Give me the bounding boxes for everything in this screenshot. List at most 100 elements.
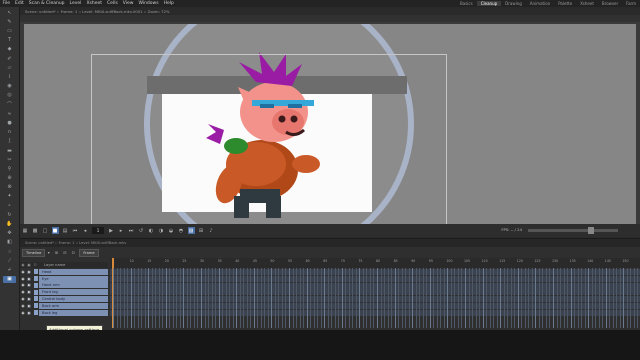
- alpha-channel-icon[interactable]: ◓: [178, 227, 185, 234]
- layer-name[interactable]: Back arm: [39, 302, 108, 309]
- eyedropper-tool-icon[interactable]: ⌿: [3, 266, 16, 273]
- tracker-tool-icon[interactable]: ⊕: [3, 175, 16, 182]
- ruler-tool-icon[interactable]: ⟋: [3, 257, 16, 264]
- menu-windows[interactable]: Windows: [136, 1, 161, 6]
- layout-icon[interactable]: ▦: [22, 227, 29, 234]
- menu-xsheet[interactable]: Xsheet: [84, 1, 105, 6]
- toggle-icon-3[interactable]: ⊟: [61, 250, 69, 255]
- room-tab-xsheet[interactable]: Xsheet: [576, 1, 598, 6]
- room-tab-browser[interactable]: Browser: [598, 1, 622, 6]
- canvas-area[interactable]: [24, 24, 636, 224]
- layer-row[interactable]: ◉ ▣ Back arm: [20, 302, 108, 309]
- room-tab-palette[interactable]: Palette: [554, 1, 576, 6]
- layer-row[interactable]: ◉ ▣ Front leg: [20, 289, 108, 296]
- timeline-grid[interactable]: 110 15 20 25 30 35 40 45 50 55 60 65 70 75 80 85 90 95 100…: [110, 258, 640, 331]
- frame-field[interactable]: 1: [92, 227, 104, 234]
- menu-file[interactable]: File: [0, 1, 13, 6]
- pump-tool-icon[interactable]: ●: [3, 119, 16, 126]
- white-bg-icon[interactable]: □: [42, 227, 49, 234]
- rgb-picker-icon[interactable]: ◎: [3, 92, 16, 99]
- grid-line: [500, 268, 502, 328]
- toggle-icon-2[interactable]: ⊞: [52, 250, 60, 255]
- room-tab-cleanup[interactable]: Cleanup: [476, 1, 502, 6]
- frame-ruler[interactable]: 110 15 20 25 30 35 40 45 50 55 60 65 70 75 80 85 90 95 100…: [110, 258, 640, 268]
- layer-row[interactable]: ◉ ▣ Back leg: [20, 309, 108, 316]
- checkerboard-icon[interactable]: ▩: [32, 227, 39, 234]
- menu-view[interactable]: View: [120, 1, 136, 6]
- layer-row[interactable]: ◉ ▣ Hand arm: [20, 282, 108, 289]
- frame-zoom-dropdown[interactable]: Frame: [79, 248, 99, 257]
- geometric-tool-icon[interactable]: ▭: [3, 28, 16, 35]
- hand-tool-icon[interactable]: ✋: [3, 221, 16, 228]
- prev-frame-icon[interactable]: ◂: [82, 227, 89, 234]
- grid-line: [387, 268, 389, 328]
- camstand-icon[interactable]: ▣: [26, 270, 32, 274]
- camera-tool-icon[interactable]: ◧: [3, 239, 16, 246]
- layer-row[interactable]: ◉ ▣ Central body: [20, 295, 108, 302]
- loop-icon[interactable]: ↺: [138, 227, 145, 234]
- red-channel-icon[interactable]: ◐: [148, 227, 155, 234]
- cutter-tool-icon[interactable]: ✂: [3, 156, 16, 163]
- room-tab-farm[interactable]: Farm: [622, 1, 640, 6]
- zoom-tool-icon[interactable]: ⚬: [3, 202, 16, 209]
- paint-brush-tool-icon[interactable]: ✐: [3, 55, 16, 62]
- fps-slider-knob[interactable]: [588, 227, 594, 234]
- menu-scan-cleanup[interactable]: Scan & Cleanup: [26, 1, 67, 6]
- camstand-icon[interactable]: ▣: [26, 304, 32, 308]
- layer-row[interactable]: ◉ ▣ Eye: [20, 275, 108, 282]
- layer-name[interactable]: Eye: [39, 275, 108, 282]
- type-tool-icon[interactable]: T: [3, 37, 16, 44]
- tape-tool-icon[interactable]: ⌇: [3, 74, 16, 81]
- style-picker-icon[interactable]: ◉: [3, 83, 16, 90]
- room-tab-drawing[interactable]: Drawing: [501, 1, 526, 6]
- layer-name[interactable]: Head: [39, 268, 108, 275]
- hook-tool-icon[interactable]: ⊗: [3, 184, 16, 191]
- camstand-icon[interactable]: ▣: [26, 290, 32, 294]
- menu-edit[interactable]: Edit: [13, 1, 27, 6]
- layer-name[interactable]: Back leg: [39, 309, 108, 316]
- bender-tool-icon[interactable]: ⟆: [3, 138, 16, 145]
- camstand-icon[interactable]: ▣: [26, 311, 32, 315]
- room-tab-basics[interactable]: Basics: [456, 1, 477, 6]
- iron-tool-icon[interactable]: ▬: [3, 147, 16, 154]
- fps-slider[interactable]: [528, 227, 618, 234]
- menu-level[interactable]: Level: [67, 1, 84, 6]
- black-bg-icon[interactable]: ■: [51, 227, 59, 234]
- camstand-icon[interactable]: ▣: [26, 297, 32, 301]
- pinch-tool-icon[interactable]: ≈: [3, 110, 16, 117]
- rotate-tool-icon[interactable]: ↻: [3, 211, 16, 218]
- next-frame-icon[interactable]: ▸: [118, 227, 125, 234]
- eraser-tool-icon[interactable]: ▱: [3, 64, 16, 71]
- toggle-icon-4[interactable]: ⊡: [69, 250, 77, 255]
- camstand-icon[interactable]: ▣: [26, 277, 32, 281]
- fill-tool-icon[interactable]: ◆: [3, 46, 16, 53]
- menu-help[interactable]: Help: [161, 1, 176, 6]
- play-icon[interactable]: ▶: [108, 227, 115, 234]
- mode-dropdown[interactable]: Timeline: [22, 248, 46, 257]
- magnet-tool-icon[interactable]: ∩: [3, 129, 16, 136]
- compare-icon[interactable]: ▨: [187, 227, 195, 234]
- skeleton-tool-icon[interactable]: ⚲: [3, 165, 16, 172]
- sound-icon[interactable]: ♪: [208, 227, 215, 234]
- paint-tool-icon-2[interactable]: ▣: [3, 275, 16, 283]
- control-point-editor-icon[interactable]: ⌒: [3, 101, 16, 108]
- room-tab-animation[interactable]: Animation: [526, 1, 554, 6]
- brush-tool-icon[interactable]: ✎: [3, 18, 16, 25]
- layer-name[interactable]: Central body: [39, 295, 108, 302]
- layer-name[interactable]: Front leg: [39, 289, 108, 296]
- green-channel-icon[interactable]: ◑: [158, 227, 165, 234]
- layer-name[interactable]: Hand arm: [39, 282, 108, 289]
- blue-channel-icon[interactable]: ◒: [168, 227, 175, 234]
- history-icon[interactable]: ⊞: [198, 227, 205, 234]
- toggle-icon-1[interactable]: ▾: [45, 250, 52, 255]
- selection-tool-icon[interactable]: ↖: [3, 9, 16, 16]
- menu-cells[interactable]: Cells: [105, 1, 121, 6]
- layer-row[interactable]: ◉ ▣ Head: [20, 268, 108, 275]
- last-frame-icon[interactable]: ⏭: [128, 227, 135, 234]
- camstand-icon[interactable]: ▣: [26, 283, 32, 287]
- finger-tool-icon[interactable]: ☝: [3, 248, 16, 255]
- animate-tool-icon[interactable]: ✥: [3, 230, 16, 237]
- grey-bg-icon[interactable]: ▤: [62, 227, 69, 234]
- plastic-tool-icon[interactable]: ✦: [3, 193, 16, 200]
- first-frame-icon[interactable]: ⏮: [72, 227, 79, 234]
